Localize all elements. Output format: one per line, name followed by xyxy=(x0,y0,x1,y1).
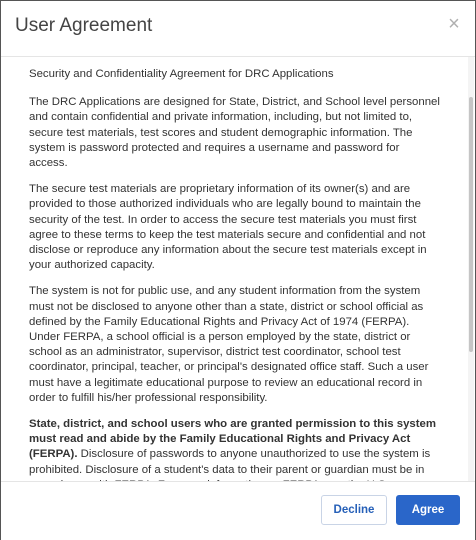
ferpa-rest-text: Disclosure of passwords to anyone unauth… xyxy=(29,448,431,481)
agreement-body[interactable]: Security and Confidentiality Agreement f… xyxy=(1,57,475,481)
dialog-footer: Decline Agree xyxy=(1,481,475,540)
agreement-heading: Security and Confidentiality Agreement f… xyxy=(29,68,334,80)
close-icon[interactable]: × xyxy=(443,13,465,35)
user-agreement-dialog: User Agreement × Security and Confidenti… xyxy=(0,0,476,540)
agreement-text: Security and Confidentiality Agreement f… xyxy=(29,67,441,481)
agreement-paragraph-3: The system is not for public use, and an… xyxy=(29,285,429,404)
agree-button[interactable]: Agree xyxy=(396,495,460,525)
dialog-title: User Agreement xyxy=(15,15,153,36)
dialog-header: User Agreement × xyxy=(1,1,475,57)
agreement-paragraph-2: The secure test materials are proprietar… xyxy=(29,183,427,272)
agreement-paragraph-1: The DRC Applications are designed for St… xyxy=(29,96,440,170)
agreement-paragraph-4: State, district, and school users who ar… xyxy=(29,417,441,481)
vertical-scrollbar[interactable] xyxy=(468,57,474,481)
decline-button[interactable]: Decline xyxy=(321,495,387,525)
scrollbar-thumb[interactable] xyxy=(469,97,473,352)
